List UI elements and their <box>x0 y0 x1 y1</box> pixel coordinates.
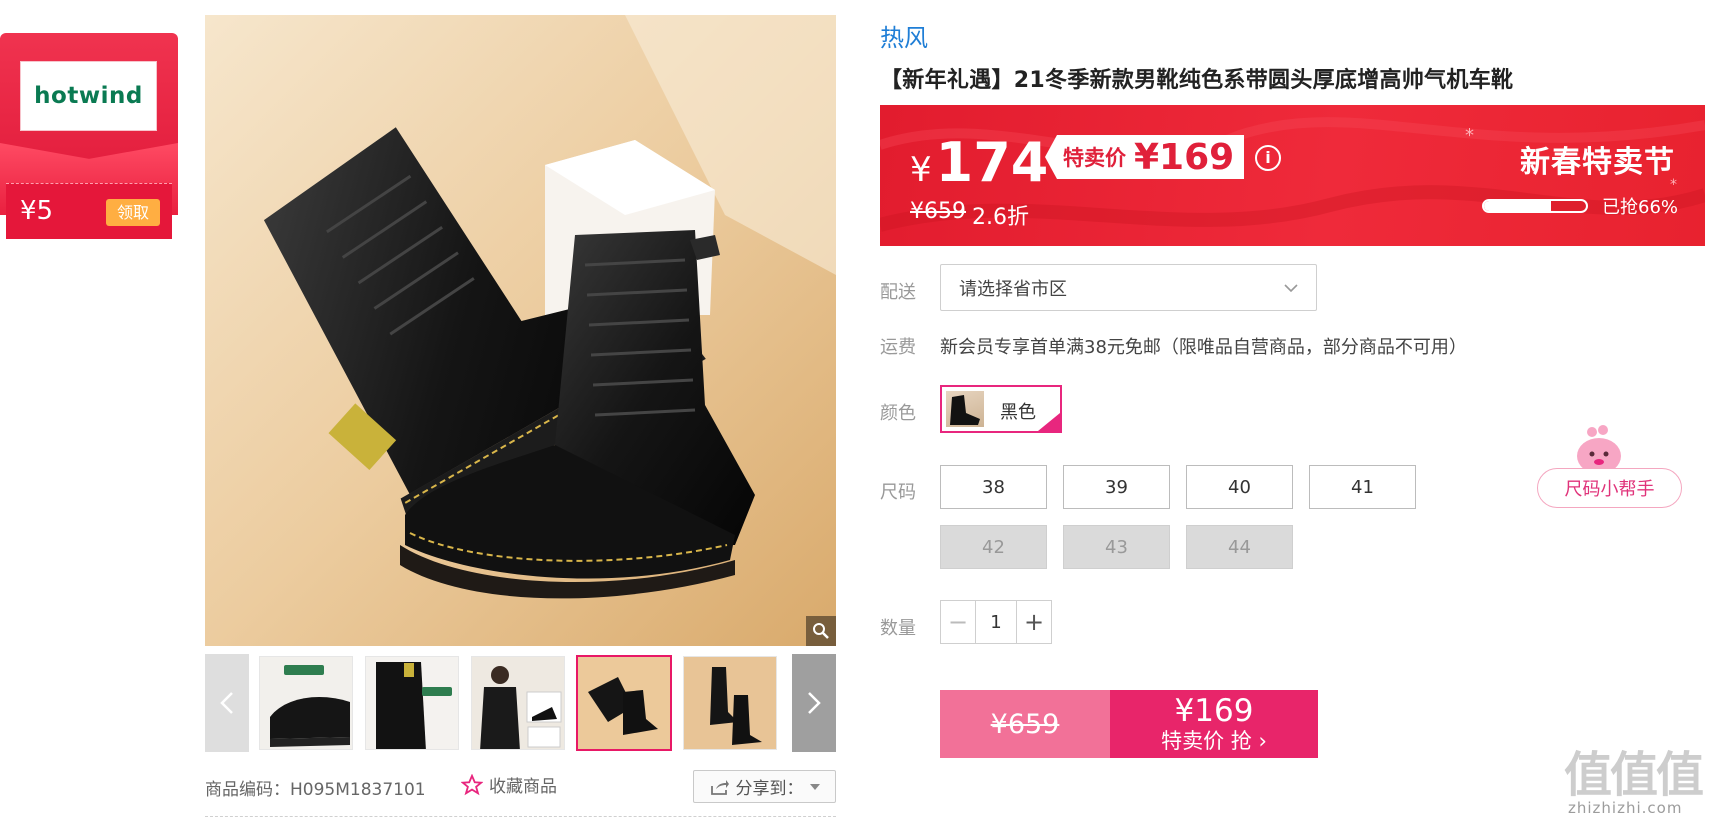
buy-price: ¥169 <box>1174 693 1254 729</box>
size-option-43: 43 <box>1063 525 1170 569</box>
special-price-value: ¥169 <box>1134 136 1235 178</box>
favorite-button[interactable]: 收藏商品 <box>461 772 557 797</box>
color-label: 颜色 <box>880 403 916 424</box>
boots-illustration <box>205 15 836 646</box>
star-icon <box>461 773 483 795</box>
festival-label: 新春特卖节 <box>1520 145 1675 180</box>
chevron-down-icon <box>1284 283 1298 292</box>
share-icon <box>710 779 729 795</box>
brand-logo: hotwind <box>34 83 143 109</box>
discount-rate: 2.6折 <box>972 205 1029 230</box>
product-main-image[interactable] <box>205 15 836 646</box>
size-option-38[interactable]: 38 <box>940 465 1047 509</box>
price-banner: * * ¥ 174 特卖价 ¥169 i ¥659 2.6折 新春特卖节 已抢6… <box>880 105 1705 246</box>
chevron-right-icon <box>808 692 821 714</box>
divider <box>205 816 836 817</box>
quantity-label: 数量 <box>880 618 916 639</box>
special-price-tag: 特卖价 ¥169 <box>1045 135 1245 179</box>
current-price-value: 174 <box>935 131 1049 194</box>
thumbnail-2[interactable] <box>365 656 459 750</box>
buy-original-price-box: ¥659 <box>940 690 1110 758</box>
item-code: 商品编码：H095M1837101 <box>205 780 426 800</box>
shipping-info: 新会员专享首单满38元免邮（限唯品自营商品，部分商品不可用） <box>940 337 1467 358</box>
coupon-footer: ¥5 领取 <box>6 183 172 239</box>
quantity-stepper: − 1 + <box>940 600 1052 644</box>
boots-pair-thumb <box>578 657 670 749</box>
color-option-black[interactable]: 黑色 <box>940 385 1062 433</box>
sold-percent-text: 已抢66% <box>1602 197 1679 218</box>
sales-progress: 已抢66% <box>1482 193 1678 219</box>
boot-swatch-icon <box>950 395 980 425</box>
boots-pair-standing-thumb <box>684 657 776 749</box>
claim-coupon-button[interactable]: 领取 <box>106 199 160 226</box>
color-swatch-image <box>946 391 984 427</box>
shoe-side-thumb <box>260 657 352 749</box>
thumb-prev-button[interactable] <box>205 654 249 752</box>
thumbnail-1[interactable] <box>259 656 353 750</box>
size-option-39[interactable]: 39 <box>1063 465 1170 509</box>
buy-action-box: ¥169 特卖价 抢 › <box>1110 690 1318 758</box>
size-option-44: 44 <box>1186 525 1293 569</box>
site-watermark: 值值值 zhizhizhi.com <box>1562 735 1712 822</box>
watermark-logo: 值值值 <box>1564 747 1704 803</box>
delivery-label: 配送 <box>880 282 916 303</box>
selected-check-icon <box>1038 413 1060 431</box>
buy-action-label: 特卖价 抢 › <box>1161 729 1267 753</box>
current-price: ¥ 174 <box>910 131 1048 194</box>
product-title: 【新年礼遇】21冬季新款男靴纯色系带圆头厚底增高帅气机车靴 <box>880 68 1514 93</box>
share-label: 分享到： <box>735 779 804 799</box>
chevron-left-icon <box>220 692 233 714</box>
coupon-amount: ¥5 <box>20 196 54 226</box>
buy-now-button[interactable]: ¥659 ¥169 特卖价 抢 › <box>940 690 1318 758</box>
shipping-label: 运费 <box>880 337 916 358</box>
share-button[interactable]: 分享到： <box>693 770 836 803</box>
thumbnail-strip <box>205 654 836 752</box>
thumbnail-3[interactable] <box>471 656 565 750</box>
size-option-41[interactable]: 41 <box>1309 465 1416 509</box>
special-price-label: 特卖价 <box>1063 146 1126 170</box>
brand-logo-box: hotwind <box>20 61 157 131</box>
brand-link[interactable]: 热风 <box>880 18 928 53</box>
size-option-42: 42 <box>940 525 1047 569</box>
zoom-button[interactable] <box>806 616 836 646</box>
size-option-40[interactable]: 40 <box>1186 465 1293 509</box>
size-helper-button[interactable]: 尺码小帮手 <box>1537 468 1682 508</box>
thumbnail-4[interactable] <box>576 655 672 751</box>
currency-symbol: ¥ <box>910 150 932 190</box>
quantity-increase-button[interactable]: + <box>1017 601 1051 643</box>
thumb-next-button[interactable] <box>792 654 836 752</box>
shoe-back-thumb <box>366 657 458 749</box>
original-price: ¥659 <box>910 199 966 224</box>
caret-down-icon <box>809 783 820 790</box>
svg-text:*: * <box>1465 125 1474 146</box>
info-icon[interactable]: i <box>1255 145 1281 171</box>
model-outfit-thumb <box>472 657 564 749</box>
item-meta-bar: 商品编码：H095M1837101 收藏商品 分享到： <box>205 770 836 803</box>
magnifier-icon <box>813 623 829 639</box>
progress-track <box>1482 199 1588 213</box>
quantity-decrease-button[interactable]: − <box>941 601 975 643</box>
color-option-label: 黑色 <box>1000 402 1036 423</box>
size-label: 尺码 <box>880 482 916 503</box>
watermark-text: zhizhizhi.com <box>1568 799 1683 817</box>
buy-original-price: ¥659 <box>990 708 1060 740</box>
progress-fill <box>1484 201 1552 211</box>
thumbnail-5[interactable] <box>683 656 777 750</box>
favorite-label: 收藏商品 <box>489 777 557 797</box>
quantity-value[interactable]: 1 <box>975 601 1017 643</box>
original-price-row: ¥659 2.6折 <box>910 199 1029 231</box>
coupon-card: hotwind ¥5 领取 <box>0 33 178 239</box>
region-select[interactable]: 请选择省市区 <box>940 264 1317 311</box>
region-select-placeholder: 请选择省市区 <box>959 278 1067 300</box>
